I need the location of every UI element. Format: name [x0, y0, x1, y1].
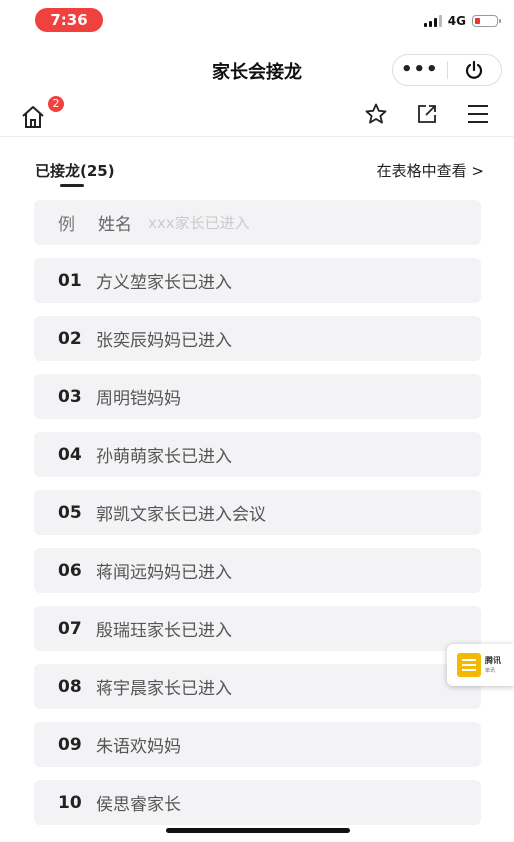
more-options-button[interactable]: ••• [393, 55, 447, 85]
signup-list: 例 姓名 xxx家长已进入 01 方义堃家长已进入 02 张奕辰妈妈已进入 03 周明… [34, 200, 481, 838]
menu-icon[interactable] [466, 103, 490, 125]
signup-count-tab[interactable]: 已接龙(25) [35, 160, 115, 181]
list-item[interactable]: 02 张奕辰妈妈已进入 [34, 316, 481, 361]
document-icon [457, 653, 481, 677]
home-button[interactable]: 2 [20, 96, 64, 130]
entry-number: 08 [58, 676, 82, 697]
entry-text: 孙萌萌家长已进入 [96, 447, 232, 467]
example-prefix: 例 [58, 215, 75, 235]
power-icon [466, 60, 483, 79]
entry-text: 蒋宇晨家长已进入 [96, 679, 232, 699]
example-field: 姓名 [98, 215, 132, 235]
title-bar: 家长会接龙 ••• [0, 44, 514, 94]
widget-title: 腾讯 [485, 656, 501, 665]
widget-subtitle: 单讯 [485, 668, 496, 674]
entry-number: 04 [58, 444, 82, 465]
entry-text: 朱语欢妈妈 [96, 737, 181, 757]
status-bar: 7:36 4G [0, 0, 514, 44]
example-row: 例 姓名 xxx家长已进入 [34, 200, 481, 245]
example-placeholder: xxx家长已进入 [148, 214, 250, 232]
entry-number: 10 [58, 792, 82, 813]
toolbar-actions [364, 102, 490, 126]
entry-number: 07 [58, 618, 82, 639]
view-in-table-link[interactable]: 在表格中查看 > [377, 160, 484, 181]
share-icon[interactable] [416, 103, 438, 125]
entry-text: 周明铠妈妈 [96, 389, 181, 409]
status-indicators: 4G [423, 12, 501, 30]
entry-number: 03 [58, 386, 82, 407]
list-item[interactable]: 10 侯思睿家长 [34, 780, 481, 825]
entry-number: 01 [58, 270, 82, 291]
home-indicator[interactable] [166, 828, 350, 833]
floating-meeting-widget[interactable]: 腾讯 单讯 [447, 644, 514, 686]
list-item[interactable]: 09 朱语欢妈妈 [34, 722, 481, 767]
list-item[interactable]: 05 郭凯文家长已进入会议 [34, 490, 481, 535]
entry-text: 蒋闻远妈妈已进入 [96, 563, 232, 583]
entry-number: 05 [58, 502, 82, 523]
notification-badge: 2 [48, 96, 64, 112]
star-icon[interactable] [364, 102, 388, 126]
entry-text: 郭凯文家长已进入会议 [96, 505, 266, 525]
entry-text: 方义堃家长已进入 [96, 273, 232, 293]
list-header: 已接龙(25) 在表格中查看 > [0, 136, 514, 190]
entry-number: 09 [58, 734, 82, 755]
entry-text: 侯思睿家长 [96, 795, 181, 815]
list-item[interactable]: 08 蒋宇晨家长已进入 [34, 664, 481, 709]
close-button[interactable] [448, 60, 502, 80]
signal-icon [423, 15, 442, 27]
entry-number: 02 [58, 328, 82, 349]
home-icon [22, 106, 44, 128]
network-type: 4G [447, 14, 466, 28]
list-item[interactable]: 04 孙萌萌家长已进入 [34, 432, 481, 477]
toolbar: 2 [0, 94, 514, 137]
status-time: 7:36 [35, 8, 103, 32]
entry-text: 殷瑞珏家长已进入 [96, 621, 232, 641]
entry-text: 张奕辰妈妈已进入 [96, 331, 232, 351]
list-item[interactable]: 06 蒋闻远妈妈已进入 [34, 548, 481, 593]
list-item[interactable]: 07 殷瑞珏家长已进入 [34, 606, 481, 651]
battery-icon [472, 15, 501, 27]
active-tab-indicator [60, 184, 84, 187]
list-item[interactable]: 03 周明铠妈妈 [34, 374, 481, 419]
list-item[interactable]: 01 方义堃家长已进入 [34, 258, 481, 303]
entry-number: 06 [58, 560, 82, 581]
mini-program-capsule: ••• [392, 54, 502, 86]
